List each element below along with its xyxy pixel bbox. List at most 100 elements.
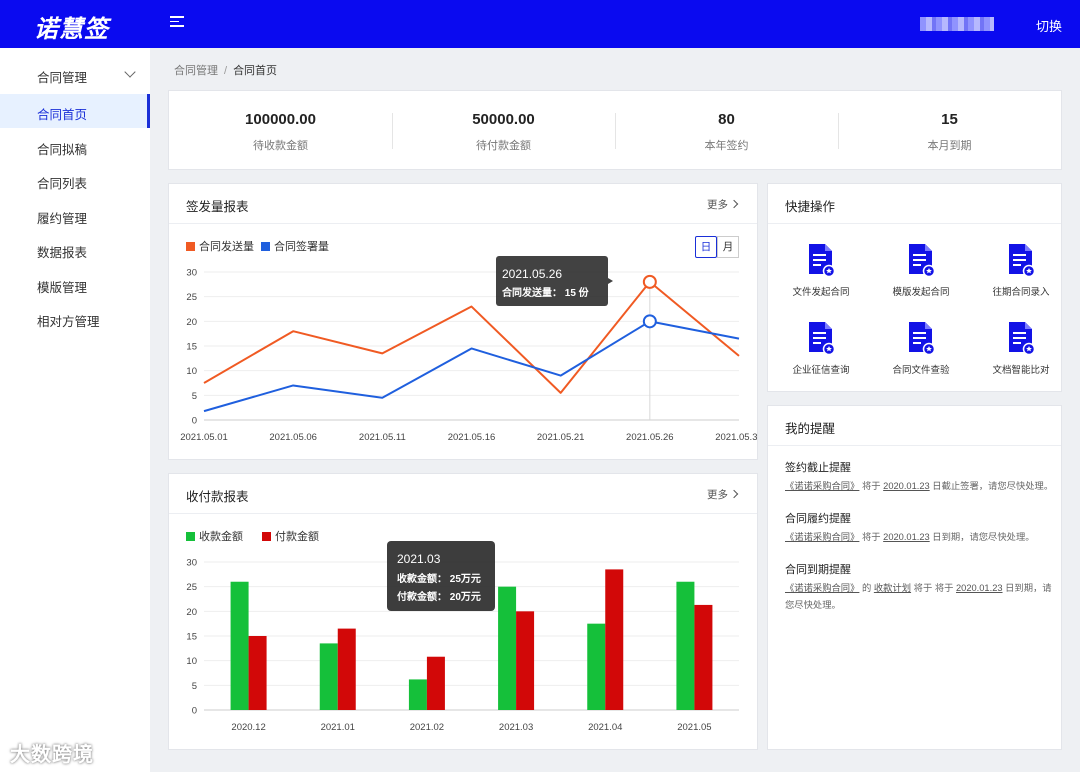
- quick-action-file-verify[interactable]: 合同文件查验: [872, 321, 970, 399]
- document-icon: [906, 321, 936, 356]
- x-tick-label: 2020.12: [231, 722, 265, 733]
- x-tick-label: 2021.05.26: [626, 432, 674, 443]
- more-link[interactable]: 更多: [707, 487, 739, 502]
- legend-label[interactable]: 收款金额: [199, 529, 243, 543]
- quick-action-file-initiate[interactable]: 文件发起合同: [772, 243, 870, 321]
- breadcrumb-separator: /: [224, 65, 228, 77]
- x-tick-label: 2021.05.06: [269, 432, 317, 443]
- y-tick-label: 30: [186, 268, 197, 279]
- series-line-1: [203, 280, 740, 394]
- chart-tooltip: 2021.05.26 合同发送量： 15 份: [496, 256, 613, 306]
- bar-receipt[interactable]: [408, 679, 427, 710]
- stats-card: 100000.00 待收款金额 50000.00 待付款金额 80 本年签约 1…: [168, 90, 1062, 170]
- document-icon: [1006, 321, 1036, 356]
- bar-receipt[interactable]: [498, 586, 517, 710]
- contract-link[interactable]: 《诺诺采购合同》: [785, 532, 859, 542]
- tooltip-line: 付款金额： 20万元: [397, 590, 481, 603]
- y-tick-label: 0: [192, 416, 197, 427]
- sidebar-item-performance[interactable]: 履约管理: [0, 198, 150, 232]
- sidebar-item-data-report[interactable]: 数据报表: [0, 232, 150, 266]
- contract-link[interactable]: 《诺诺采购合同》: [785, 583, 859, 593]
- tooltip-line: 合同发送量： 15 份: [501, 286, 590, 299]
- y-tick-label: 15: [186, 342, 197, 353]
- quick-action-label: 企业征信查询: [792, 365, 850, 376]
- legend-swatch[interactable]: [186, 532, 195, 541]
- highlight-point[interactable]: [642, 314, 657, 329]
- sidebar-item-label: 数据报表: [37, 246, 88, 260]
- y-tick-label: 25: [186, 582, 197, 593]
- x-tick-label: 2021.05.21: [537, 432, 585, 443]
- date-link[interactable]: 2020.01.23: [956, 583, 1003, 593]
- bar-receipt[interactable]: [676, 581, 695, 710]
- reminder-title: 合同履约提醒: [785, 513, 851, 525]
- x-tick-label: 2021.01: [321, 722, 355, 733]
- bar-receipt[interactable]: [230, 581, 249, 710]
- legend-label[interactable]: 付款金额: [275, 529, 319, 543]
- stat-signed-year: 80 本年签约: [615, 91, 838, 171]
- reminders-card: 我的提醒 签约截止提醒 《诺诺采购合同》 将于 2020.01.23 日截止签署…: [767, 405, 1062, 750]
- sidebar-item-contract-list[interactable]: 合同列表: [0, 163, 150, 197]
- sidebar-item-template[interactable]: 模版管理: [0, 267, 150, 301]
- legend-swatch[interactable]: [186, 242, 195, 251]
- card-title: 收付款报表: [186, 490, 249, 504]
- highlight-point[interactable]: [642, 274, 657, 289]
- card-title: 签发量报表: [186, 200, 249, 214]
- card-header: 快捷操作: [768, 184, 1061, 224]
- line-chart: 合同发送量 合同签署量 0 5 10 15 20 25 30 2021.05.01 2021.05.…: [180, 239, 757, 443]
- bar-payment[interactable]: [605, 569, 624, 710]
- y-tick-label: 5: [192, 391, 197, 402]
- y-tick-label: 15: [186, 632, 197, 643]
- sidebar-item-contract-draft[interactable]: 合同拟稿: [0, 129, 150, 163]
- bar-payment[interactable]: [337, 628, 356, 710]
- sidebar-group-contract[interactable]: 合同管理: [0, 60, 150, 90]
- reminder-title: 签约截止提醒: [785, 462, 851, 474]
- sidebar-item-counterparty[interactable]: 相对方管理: [0, 301, 150, 335]
- y-tick-label: 25: [186, 292, 197, 303]
- more-link[interactable]: 更多: [707, 197, 739, 212]
- legend-label[interactable]: 合同签署量: [274, 239, 329, 253]
- y-tick-label: 20: [186, 607, 197, 618]
- bar-payment[interactable]: [426, 656, 445, 710]
- bar-receipt[interactable]: [319, 643, 338, 710]
- date-link[interactable]: 2020.01.23: [883, 481, 930, 491]
- payment-plan-link[interactable]: 收款计划: [874, 583, 911, 593]
- stat-value: 100000.00: [245, 111, 316, 128]
- watermark-logo: 大数跨境: [10, 744, 94, 766]
- reminder-text-part: 将于: [859, 481, 884, 491]
- switch-button[interactable]: 切换: [1036, 16, 1062, 35]
- chevron-down-icon: [124, 66, 136, 78]
- y-tick-label: 10: [186, 366, 197, 377]
- y-tick-label: 20: [186, 317, 197, 328]
- x-tick-label: 2021.05: [677, 722, 711, 733]
- breadcrumb-parent[interactable]: 合同管理: [174, 65, 218, 77]
- y-tick-label: 0: [192, 706, 197, 717]
- sign-report-card: 签发量报表 更多 日 月 合同发送量 合同签署量 0 5 10 15 20 25 30 2021.…: [168, 183, 758, 460]
- date-link[interactable]: 2020.01.23: [883, 532, 930, 542]
- menu-toggle-icon[interactable]: [170, 16, 184, 30]
- y-tick-label: 30: [186, 558, 197, 569]
- pay-report-card: 收付款报表 更多 收款金额 付款金额 0 5 10 15 20 25 30 2020.12 2021…: [168, 473, 758, 750]
- x-tick-label: 2021.05.31: [715, 432, 757, 443]
- document-icon: [906, 243, 936, 278]
- quick-action-label: 模版发起合同: [892, 287, 950, 298]
- series-line-2: [203, 320, 740, 413]
- quick-action-history-entry[interactable]: 往期合同录入: [972, 243, 1070, 321]
- bar-receipt[interactable]: [587, 623, 606, 710]
- quick-action-smart-compare[interactable]: 文档智能比对: [972, 321, 1070, 399]
- reminder-text-part: 日截止签署，请您尽快处理。: [929, 481, 1054, 491]
- bar-payment[interactable]: [694, 604, 713, 710]
- bar-payment[interactable]: [248, 636, 267, 710]
- quick-action-template-initiate[interactable]: 模版发起合同: [872, 243, 970, 321]
- x-tick-label: 2021.03: [499, 722, 533, 733]
- top-bar: 诺慧签 切换: [0, 0, 1080, 48]
- quick-action-credit-query[interactable]: 企业征信查询: [772, 321, 870, 399]
- bar-payment[interactable]: [516, 611, 535, 710]
- reminder-text-part: 将于: [859, 532, 884, 542]
- legend-swatch[interactable]: [261, 242, 270, 251]
- stat-value: 15: [941, 111, 958, 128]
- contract-link[interactable]: 《诺诺采购合同》: [785, 481, 859, 491]
- legend-swatch[interactable]: [262, 532, 271, 541]
- stat-value: 50000.00: [472, 111, 535, 128]
- sidebar-item-contract-home[interactable]: 合同首页: [0, 94, 150, 128]
- legend-label[interactable]: 合同发送量: [199, 239, 254, 253]
